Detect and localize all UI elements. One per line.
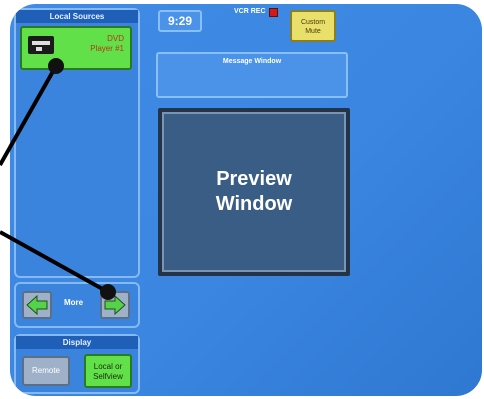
local-selfview-button[interactable]: Local or Selfview	[84, 354, 132, 388]
display-panel: Display Remote Local or Selfview	[14, 334, 140, 394]
dvd-player-icon	[28, 36, 54, 54]
remote-label: Remote	[31, 366, 60, 375]
local-selfview-label: Local or Selfview	[93, 362, 123, 381]
vcr-rec-indicator	[269, 8, 278, 17]
time-label: 9:29	[167, 14, 193, 28]
message-window: Message Window	[156, 52, 348, 98]
preview-window: Preview Window	[158, 108, 350, 276]
dvd-player-1-button[interactable]: DVD Player #1	[20, 26, 132, 70]
remote-button[interactable]: Remote	[22, 356, 70, 386]
more-nav-panel: More	[14, 282, 140, 328]
custom-mute-label: Custom Mute	[300, 19, 326, 35]
message-window-title: Message Window	[222, 58, 282, 65]
callout-dot-next	[100, 284, 116, 300]
local-sources-title: Local Sources	[16, 10, 138, 23]
dvd-player-1-label: DVD Player #1	[90, 34, 124, 53]
left-arrow-icon	[26, 294, 48, 316]
callout-dot-dvd	[48, 58, 64, 74]
preview-window-label: Preview Window	[215, 168, 293, 215]
more-label: More	[64, 298, 84, 307]
vcr-rec-label: VCR REC	[234, 8, 266, 15]
display-title: Display	[16, 336, 138, 349]
touch-panel-screen: Local Sources DVD Player #1 More Display…	[10, 4, 482, 396]
previous-page-button[interactable]	[22, 291, 52, 319]
local-sources-panel: Local Sources DVD Player #1	[14, 8, 140, 278]
custom-mute-button[interactable]: Custom Mute	[290, 10, 336, 42]
time-display: 9:29	[158, 10, 202, 32]
